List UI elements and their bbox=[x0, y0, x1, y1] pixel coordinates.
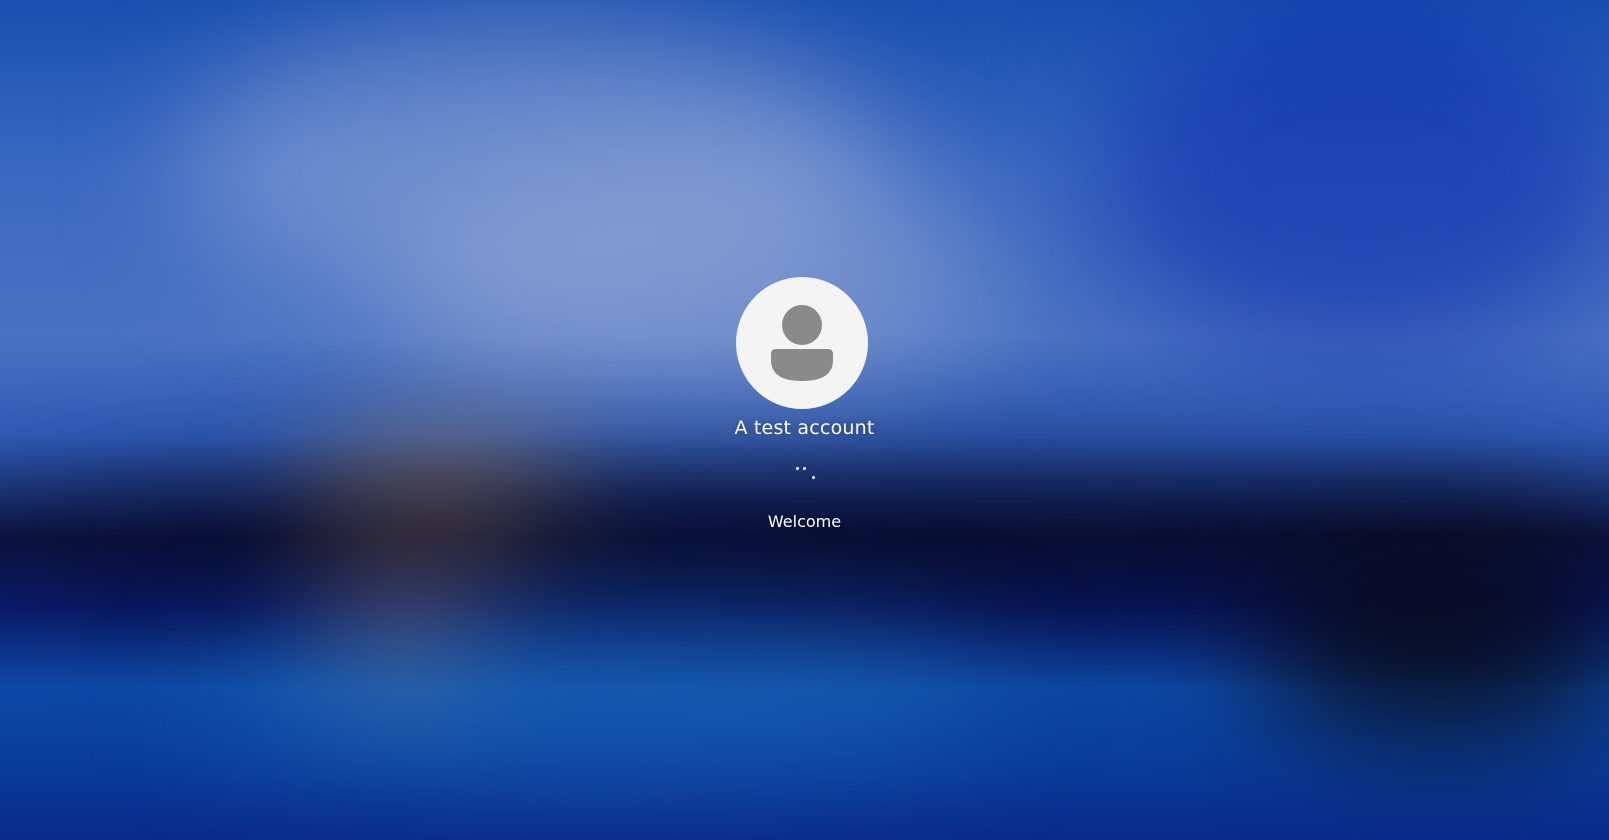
loading-spinner-icon bbox=[790, 464, 820, 484]
welcome-status: Welcome bbox=[767, 512, 842, 531]
user-silhouette-icon bbox=[771, 305, 833, 381]
account-name: A test account bbox=[734, 417, 875, 439]
user-avatar bbox=[736, 277, 868, 409]
login-panel: A test account Welcome bbox=[0, 0, 1609, 840]
